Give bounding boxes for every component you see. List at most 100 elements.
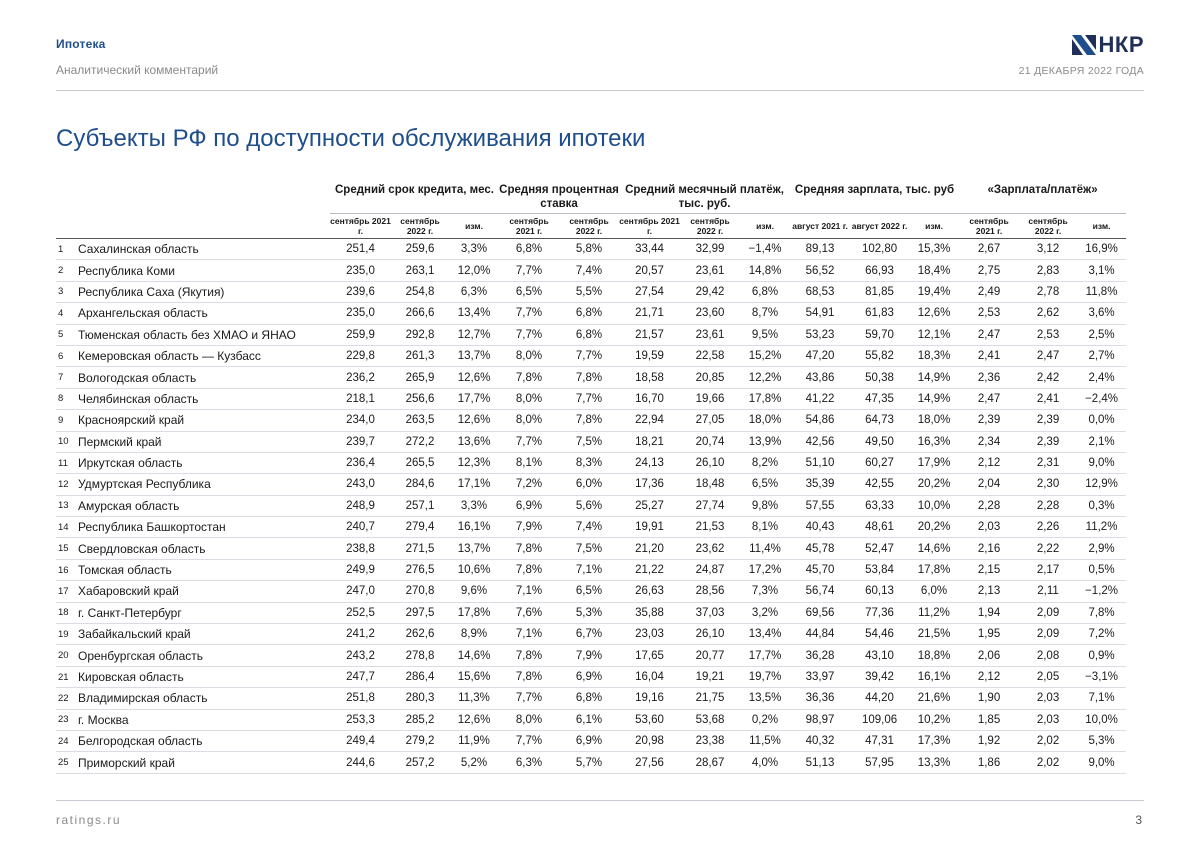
table-cell: 270,8 (391, 580, 449, 603)
table-cell: 9,6% (449, 580, 500, 603)
table-cell: 8,1% (740, 516, 791, 539)
table-cell: 265,5 (391, 452, 449, 475)
table-cell: 16,04 (619, 666, 681, 689)
table-cell: 54,91 (790, 302, 851, 325)
table-cell: 2,31 (1019, 452, 1078, 475)
table-cell: 0,3% (1077, 495, 1127, 518)
table-cell: 7,9% (559, 644, 620, 667)
table-cell: 5,7% (559, 751, 620, 774)
table-cell: 9,0% (1077, 751, 1127, 774)
table-cell: 7,9% (499, 516, 560, 539)
group-header-rate: Средняя процентная ставка (499, 184, 619, 210)
region-name: Республика Саха (Якутия) (78, 281, 330, 304)
table-cell: 42,55 (850, 473, 910, 496)
table-cell: 19,21 (680, 666, 741, 689)
table-cell: 2,75 (959, 259, 1020, 282)
sub-header-cell: август 2022 г. (850, 213, 910, 239)
sub-header-cell: изм. (909, 213, 960, 239)
table-cell: 21,71 (619, 302, 681, 325)
table-cell: 8,7% (740, 302, 791, 325)
table-cell: 28,67 (680, 751, 741, 774)
table-cell: 20,85 (680, 366, 741, 389)
table-cell: 2,39 (1019, 431, 1078, 453)
table-cell: 14,6% (449, 644, 500, 667)
table-cell: 7,7% (499, 687, 560, 710)
row-rank: 7 (56, 366, 78, 389)
table-row: 8 Челябинская область 218,1 256,6 17,7% 8,0% 7… (56, 388, 1127, 411)
table-cell: 3,3% (449, 495, 500, 518)
row-rank: 22 (56, 687, 78, 710)
table-cell: 7,8% (559, 366, 620, 389)
table-cell: 33,97 (790, 666, 851, 689)
table-cell: 20,57 (619, 259, 681, 282)
table-cell: 2,9% (1077, 537, 1127, 560)
table-cell: 49,50 (850, 431, 910, 453)
table-cell: 42,56 (790, 431, 851, 453)
table-cell: −2,4% (1077, 388, 1127, 411)
table-cell: 6,0% (909, 580, 960, 603)
table-cell: 251,8 (330, 687, 391, 710)
table-cell: 7,7% (499, 431, 560, 453)
table-cell: 23,61 (680, 324, 741, 346)
table-cell: 239,6 (330, 281, 391, 304)
table-cell: 21,22 (619, 559, 681, 582)
table-cell: 7,7% (499, 259, 560, 282)
table-cell: 17,9% (909, 452, 960, 475)
row-rank: 10 (56, 431, 78, 453)
table-cell: 21,57 (619, 324, 681, 346)
table-cell: 5,3% (1077, 730, 1127, 753)
table-cell: 43,86 (790, 366, 851, 389)
table-cell: 109,06 (850, 709, 910, 731)
region-name: г. Москва (78, 709, 330, 731)
table-cell: 9,5% (740, 324, 791, 346)
table-cell: 2,15 (959, 559, 1020, 582)
table-cell: 47,31 (850, 730, 910, 753)
table-cell: 2,34 (959, 431, 1020, 453)
table-cell: 28,56 (680, 580, 741, 603)
sub-header-cell: сентябрь 2022 г. (1019, 213, 1078, 239)
sub-header-cell: август 2021 г. (790, 213, 851, 239)
table-cell: 1,85 (959, 709, 1020, 731)
row-rank: 12 (56, 473, 78, 496)
table-cell: 2,49 (959, 281, 1020, 304)
table-cell: 12,6% (449, 366, 500, 389)
table-row: 2 Республика Коми 235,0 263,1 12,0% 7,7% 7,4% 2… (56, 259, 1127, 282)
table-cell: 45,78 (790, 537, 851, 560)
table-cell: 53,68 (680, 709, 741, 731)
table-cell: 19,4% (909, 281, 960, 304)
table-cell: 284,6 (391, 473, 449, 496)
table-cell: 12,6% (909, 302, 960, 325)
table-cell: 17,8% (909, 559, 960, 582)
table-cell: 252,5 (330, 602, 391, 625)
table-cell: 2,08 (1019, 644, 1078, 667)
row-rank: 16 (56, 559, 78, 582)
table-cell: 17,7% (449, 388, 500, 411)
table-cell: 263,5 (391, 409, 449, 432)
table-cell: 2,42 (1019, 366, 1078, 389)
group-header-payment: Средний месячный платёж, тыс. руб. (625, 184, 784, 210)
table-cell: 0,5% (1077, 559, 1127, 582)
table-cell: 20,74 (680, 431, 741, 453)
table-cell: 265,9 (391, 366, 449, 389)
table-cell: 11,5% (740, 730, 791, 753)
table-cell: 18,8% (909, 644, 960, 667)
table-cell: 57,55 (790, 495, 851, 518)
row-rank: 1 (56, 238, 78, 261)
table-cell: 6,8% (559, 687, 620, 710)
table-cell: 18,21 (619, 431, 681, 453)
table-cell: 12,2% (740, 366, 791, 389)
row-rank: 5 (56, 324, 78, 346)
table-cell: 7,8% (559, 409, 620, 432)
table-cell: 40,32 (790, 730, 851, 753)
table-cell: 2,36 (959, 366, 1020, 389)
table-cell: 2,16 (959, 537, 1020, 560)
table-cell: 5,8% (559, 238, 620, 261)
table-row: 11 Иркутская область 236,4 265,5 12,3% 8,1% 8,… (56, 452, 1127, 475)
nkr-logo-icon (1071, 35, 1096, 55)
table-cell: 36,28 (790, 644, 851, 667)
table-cell: 6,3% (499, 751, 560, 774)
table-cell: 16,1% (449, 516, 500, 539)
region-name: Удмуртская Республика (78, 473, 330, 496)
table-cell: 40,43 (790, 516, 851, 539)
table-cell: 247,7 (330, 666, 391, 689)
